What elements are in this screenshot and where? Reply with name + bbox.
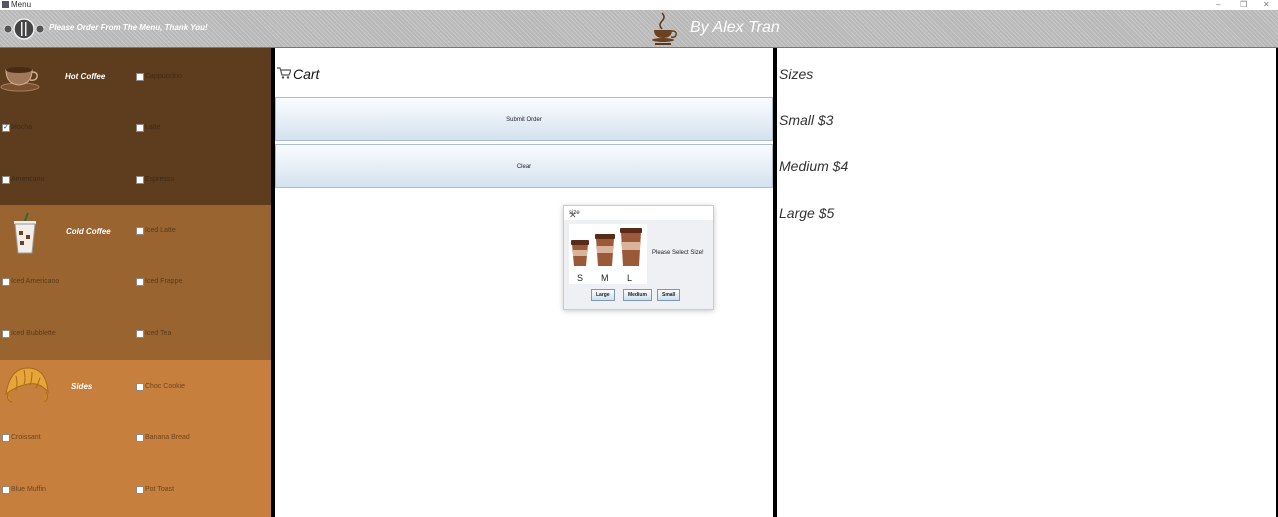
app-header: Please Order From The Menu, Thank You! B… xyxy=(0,10,1278,48)
menu-item-label: Iced Latte xyxy=(145,227,176,234)
size-medium-price: Medium $4 xyxy=(779,158,849,174)
checkbox-checked[interactable]: ✓ xyxy=(2,124,10,132)
hot-coffee-heading: Hot Coffee xyxy=(65,72,106,81)
close-icon[interactable]: ✕ xyxy=(1263,0,1270,10)
size-letter-s: S xyxy=(577,273,584,283)
menu-panel: Hot Coffee Cappuccino ✓ Mocha Latte Amer… xyxy=(0,48,271,517)
size-letter-l: L xyxy=(627,273,633,283)
checkbox[interactable] xyxy=(2,278,10,286)
menu-item-label: Croissant xyxy=(11,434,41,441)
menu-item-label: Cappuccino xyxy=(145,73,182,80)
checkbox[interactable] xyxy=(136,227,144,235)
clear-button[interactable]: Clear xyxy=(275,144,773,188)
cart-icon xyxy=(277,67,291,79)
cutlery-logo-icon xyxy=(3,18,45,40)
restore-icon[interactable]: ❐ xyxy=(1240,0,1247,10)
dialog-close-icon[interactable]: ✕ xyxy=(569,210,708,221)
menu-item-label: Mocha xyxy=(11,124,33,131)
menu-item-label: Pot Toast xyxy=(145,486,175,493)
menu-item-label: Espresso xyxy=(145,176,175,183)
medium-button[interactable]: Medium xyxy=(623,289,652,301)
checkbox[interactable] xyxy=(136,176,144,184)
cart-title: Cart xyxy=(293,66,320,82)
checkbox[interactable] xyxy=(136,278,144,286)
submit-order-button[interactable]: Submit Order xyxy=(275,97,773,141)
cart-panel: Cart Submit Order Clear size ✕ S M L Ple… xyxy=(275,48,773,517)
checkbox[interactable] xyxy=(136,383,144,391)
menu-item-label: Blue Muffin xyxy=(11,486,46,493)
sizes-title: Sizes xyxy=(779,66,814,82)
hot-coffee-section: Hot Coffee Cappuccino ✓ Mocha Latte Amer… xyxy=(0,48,271,205)
checkbox[interactable] xyxy=(136,124,144,132)
cold-coffee-section: Cold Coffee Iced Latte Iced Americano Ic… xyxy=(0,205,271,360)
checkbox[interactable] xyxy=(2,176,10,184)
sides-heading: Sides xyxy=(71,382,93,391)
menu-item-label: Iced Tea xyxy=(145,330,172,337)
checkbox[interactable] xyxy=(136,434,144,442)
large-button[interactable]: Large xyxy=(591,289,615,301)
checkbox[interactable] xyxy=(136,330,144,338)
menu-item-label: Iced Bubblette xyxy=(11,330,56,337)
menu-item-label: Iced Frappe xyxy=(145,278,183,285)
sides-section: Sides Choc Cookie Croissant Banana Bread… xyxy=(0,360,271,517)
small-button[interactable]: Small xyxy=(657,289,681,301)
menu-item-label: Choc Cookie xyxy=(145,383,186,390)
size-dialog: size ✕ S M L Please Select Size! Large M… xyxy=(563,205,714,310)
dialog-titlebar: size ✕ xyxy=(564,206,713,220)
size-small-price: Small $3 xyxy=(779,112,834,128)
minimize-icon[interactable]: – xyxy=(1216,0,1220,10)
header-instruction: Please Order From The Menu, Thank You! xyxy=(49,23,208,32)
menu-item-label: Iced Americano xyxy=(11,278,60,285)
size-letter-m: M xyxy=(601,273,609,283)
app-icon xyxy=(2,1,9,8)
checkbox[interactable] xyxy=(2,330,10,338)
menu-item-label: Americano xyxy=(11,176,45,183)
sizes-panel: Sizes Small $3 Medium $4 Large $5 xyxy=(777,48,1276,517)
checkbox[interactable] xyxy=(2,434,10,442)
coffee-cup-logo-icon xyxy=(652,12,677,45)
menu-item-label: Banana Bread xyxy=(145,434,190,441)
hot-coffee-icon xyxy=(0,67,40,92)
header-author: By Alex Tran xyxy=(690,19,780,36)
checkbox[interactable] xyxy=(2,486,10,494)
menu-item-label: Latte xyxy=(145,124,161,131)
window-title: Menu xyxy=(11,0,32,9)
iced-coffee-icon xyxy=(14,213,36,254)
window-titlebar: Menu – ❐ ✕ xyxy=(0,0,1278,10)
dialog-message: Please Select Size! xyxy=(652,250,704,256)
cold-coffee-heading: Cold Coffee xyxy=(66,227,111,236)
checkbox[interactable] xyxy=(136,73,144,81)
checkbox[interactable] xyxy=(136,486,144,494)
croissant-icon xyxy=(5,367,49,403)
size-large-price: Large $5 xyxy=(779,205,835,221)
